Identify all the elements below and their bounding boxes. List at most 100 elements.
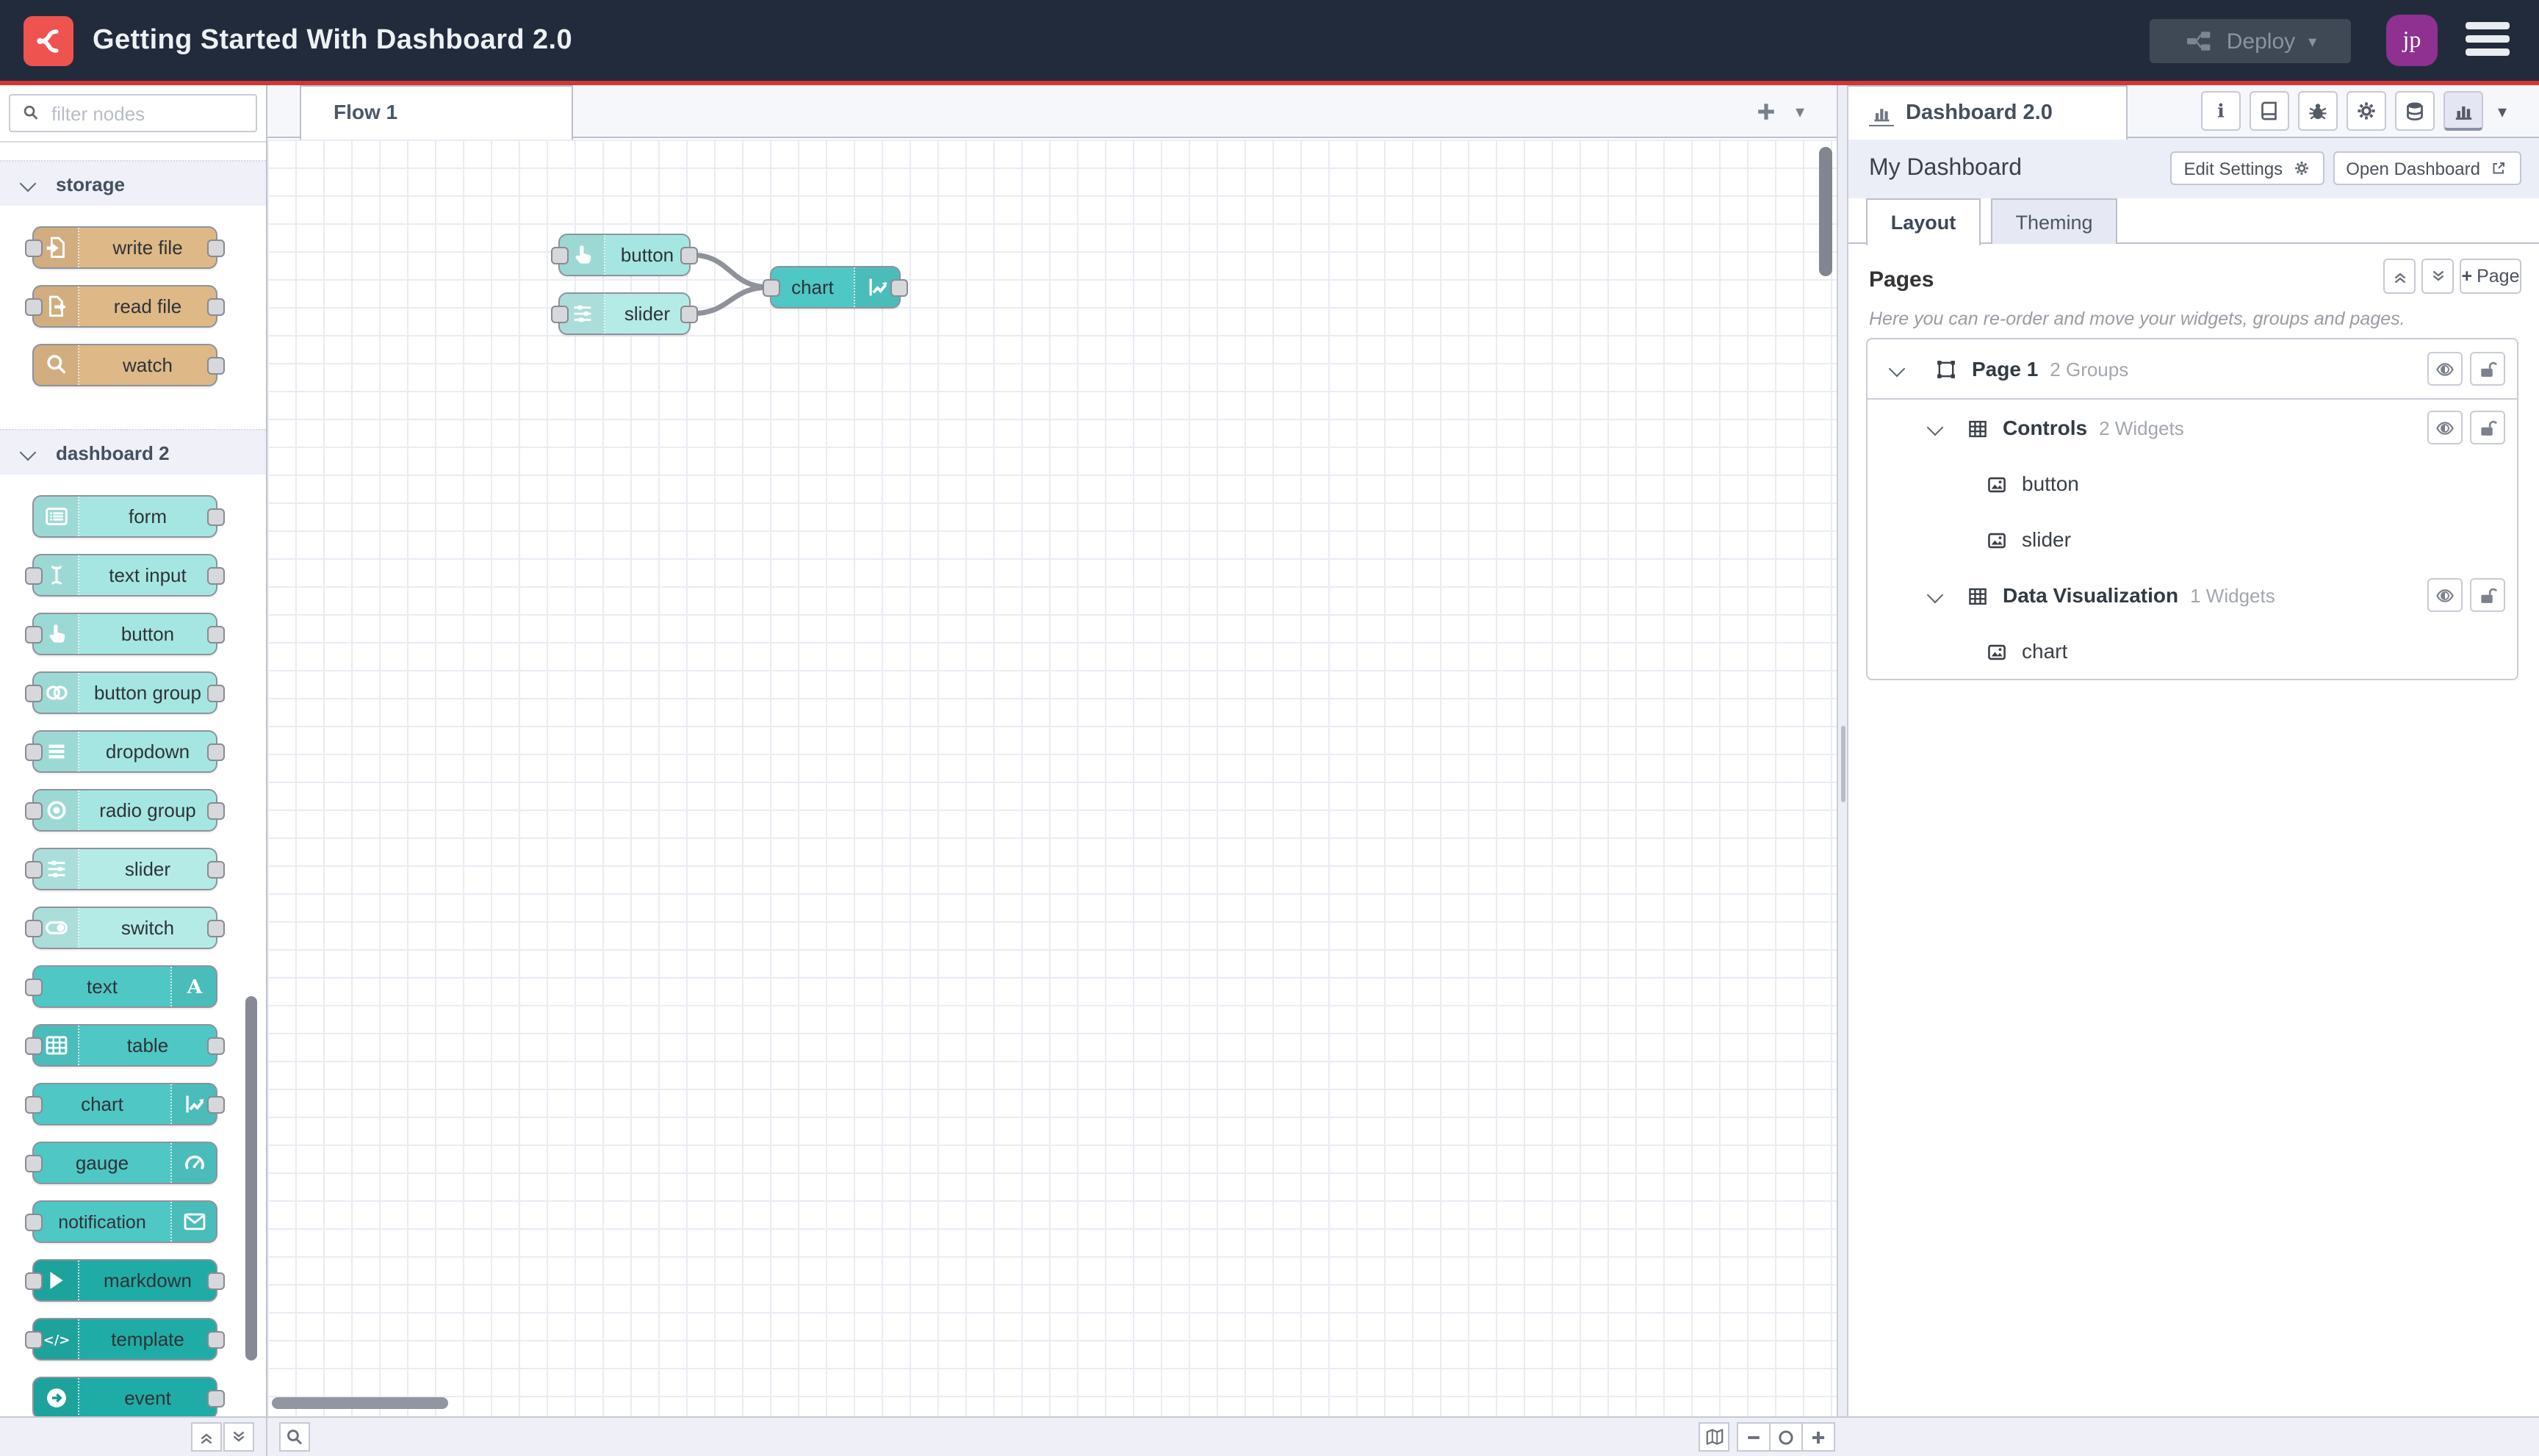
- wire-slider-chart[interactable]: [688, 284, 773, 317]
- tree-row-page-1[interactable]: Page 1 2 Groups: [1868, 339, 2517, 400]
- palette-filter[interactable]: [9, 94, 257, 132]
- input-port[interactable]: [551, 246, 569, 264]
- unlock-button[interactable]: [2470, 411, 2505, 444]
- zoom-in-button[interactable]: [1801, 1424, 1834, 1450]
- output-port[interactable]: [207, 1330, 225, 1348]
- tree-row-group-controls[interactable]: Controls 2 Widgets: [1868, 400, 2517, 455]
- user-avatar[interactable]: jp: [2386, 15, 2438, 66]
- palette-node-notification[interactable]: notification: [25, 1200, 217, 1243]
- sidebar-separator[interactable]: [1837, 85, 1848, 1456]
- input-port[interactable]: [25, 1272, 43, 1289]
- flow-tab[interactable]: Flow 1: [300, 85, 573, 140]
- sidebar-menu-caret-icon[interactable]: ▾: [2498, 101, 2507, 121]
- palette-node-event[interactable]: event: [32, 1377, 225, 1416]
- input-port[interactable]: [25, 801, 43, 819]
- visibility-button[interactable]: [2427, 352, 2463, 386]
- palette-node-text-input[interactable]: text input: [25, 554, 225, 597]
- input-port[interactable]: [551, 305, 569, 322]
- add-flow-button[interactable]: [1751, 97, 1781, 126]
- tab-layout[interactable]: Layout: [1866, 198, 1981, 245]
- unlock-button[interactable]: [2470, 578, 2505, 612]
- palette-node-table[interactable]: table: [25, 1024, 225, 1067]
- output-port[interactable]: [207, 684, 225, 702]
- palette-collapse-all-button[interactable]: [191, 1422, 222, 1452]
- output-port[interactable]: [207, 801, 225, 819]
- output-port[interactable]: [207, 1095, 225, 1113]
- palette-node-form[interactable]: form: [32, 495, 225, 538]
- canvas-search-button[interactable]: [279, 1422, 310, 1452]
- output-port[interactable]: [680, 246, 698, 264]
- palette-node-button[interactable]: button: [25, 613, 225, 655]
- help-tab-button[interactable]: [2250, 91, 2289, 131]
- input-port[interactable]: [25, 298, 43, 315]
- input-port[interactable]: [763, 278, 780, 296]
- palette-node-markdown[interactable]: markdown: [25, 1259, 225, 1302]
- input-port[interactable]: [25, 1154, 43, 1172]
- palette-node-watch[interactable]: watch: [32, 344, 225, 386]
- output-port[interactable]: [207, 625, 225, 643]
- palette-node-read-file[interactable]: read file: [25, 285, 225, 328]
- palette-expand-all-button[interactable]: [223, 1422, 254, 1452]
- output-port[interactable]: [207, 1389, 225, 1407]
- tree-row-group-data-visualization[interactable]: Data Visualization 1 Widgets: [1868, 567, 2517, 623]
- zoom-out-button[interactable]: [1738, 1424, 1769, 1450]
- info-tab-button[interactable]: [2201, 91, 2241, 131]
- palette-category-storage[interactable]: storage: [0, 160, 266, 206]
- dashboard-tab-button[interactable]: [2443, 91, 2483, 131]
- palette-node-dropdown[interactable]: dropdown: [25, 730, 225, 773]
- palette-node-button-group[interactable]: button group: [25, 671, 225, 714]
- input-port[interactable]: [25, 684, 43, 702]
- output-port[interactable]: [680, 305, 698, 322]
- palette-filter-input[interactable]: [48, 101, 256, 126]
- tree-row-widget-chart[interactable]: chart: [1868, 623, 2517, 679]
- input-port[interactable]: [25, 1095, 43, 1113]
- config-tab-button[interactable]: [2347, 91, 2386, 131]
- input-port[interactable]: [25, 1330, 43, 1348]
- input-port[interactable]: [25, 625, 43, 643]
- chevron-down-icon[interactable]: [1888, 360, 1906, 378]
- canvas-vertical-scrollbar[interactable]: [1819, 147, 1832, 276]
- palette-node-radio-group[interactable]: radio group: [25, 789, 225, 832]
- deploy-button[interactable]: Deploy ▾: [2150, 19, 2351, 63]
- output-port[interactable]: [207, 743, 225, 760]
- input-port[interactable]: [25, 743, 43, 760]
- collapse-all-button[interactable]: [2383, 259, 2416, 294]
- flow-list-caret-icon[interactable]: ▾: [1796, 101, 1804, 122]
- output-port[interactable]: [207, 919, 225, 937]
- output-port[interactable]: [207, 860, 225, 878]
- add-page-button[interactable]: + Page: [2460, 259, 2521, 294]
- output-port[interactable]: [207, 239, 225, 256]
- input-port[interactable]: [25, 860, 43, 878]
- chevron-down-icon[interactable]: [1926, 419, 1944, 436]
- context-tab-button[interactable]: [2395, 91, 2435, 131]
- output-port[interactable]: [207, 566, 225, 584]
- main-menu-button[interactable]: [2466, 22, 2510, 56]
- output-port[interactable]: [207, 298, 225, 315]
- palette-node-switch[interactable]: switch: [25, 907, 225, 949]
- output-port[interactable]: [207, 508, 225, 525]
- expand-all-button[interactable]: [2421, 259, 2454, 294]
- tree-row-widget-button[interactable]: button: [1868, 455, 2517, 511]
- edit-settings-button[interactable]: Edit Settings: [2170, 151, 2324, 185]
- visibility-button[interactable]: [2427, 411, 2463, 444]
- debug-tab-button[interactable]: [2298, 91, 2338, 131]
- output-port[interactable]: [890, 278, 908, 296]
- canvas-node-button[interactable]: button: [551, 234, 698, 276]
- deploy-caret-icon[interactable]: ▾: [2308, 32, 2316, 51]
- palette-node-write-file[interactable]: write file: [25, 226, 225, 269]
- canvas-horizontal-scrollbar[interactable]: [272, 1397, 448, 1409]
- palette-node-slider[interactable]: slider: [25, 848, 225, 890]
- canvas-node-chart[interactable]: chart: [763, 266, 908, 309]
- output-port[interactable]: [207, 1037, 225, 1054]
- tab-theming[interactable]: Theming: [1991, 198, 2117, 244]
- palette-category-dashboard-2[interactable]: dashboard 2: [0, 429, 266, 475]
- input-port[interactable]: [25, 1213, 43, 1230]
- input-port[interactable]: [25, 978, 43, 995]
- separator-grip[interactable]: [1841, 726, 1845, 802]
- chevron-down-icon[interactable]: [1926, 586, 1944, 604]
- input-port[interactable]: [25, 919, 43, 937]
- palette-node-text[interactable]: text: [25, 965, 217, 1008]
- palette-node-gauge[interactable]: gauge: [25, 1142, 217, 1184]
- palette-node-template[interactable]: template: [25, 1318, 225, 1361]
- palette-node-chart[interactable]: chart: [25, 1083, 225, 1125]
